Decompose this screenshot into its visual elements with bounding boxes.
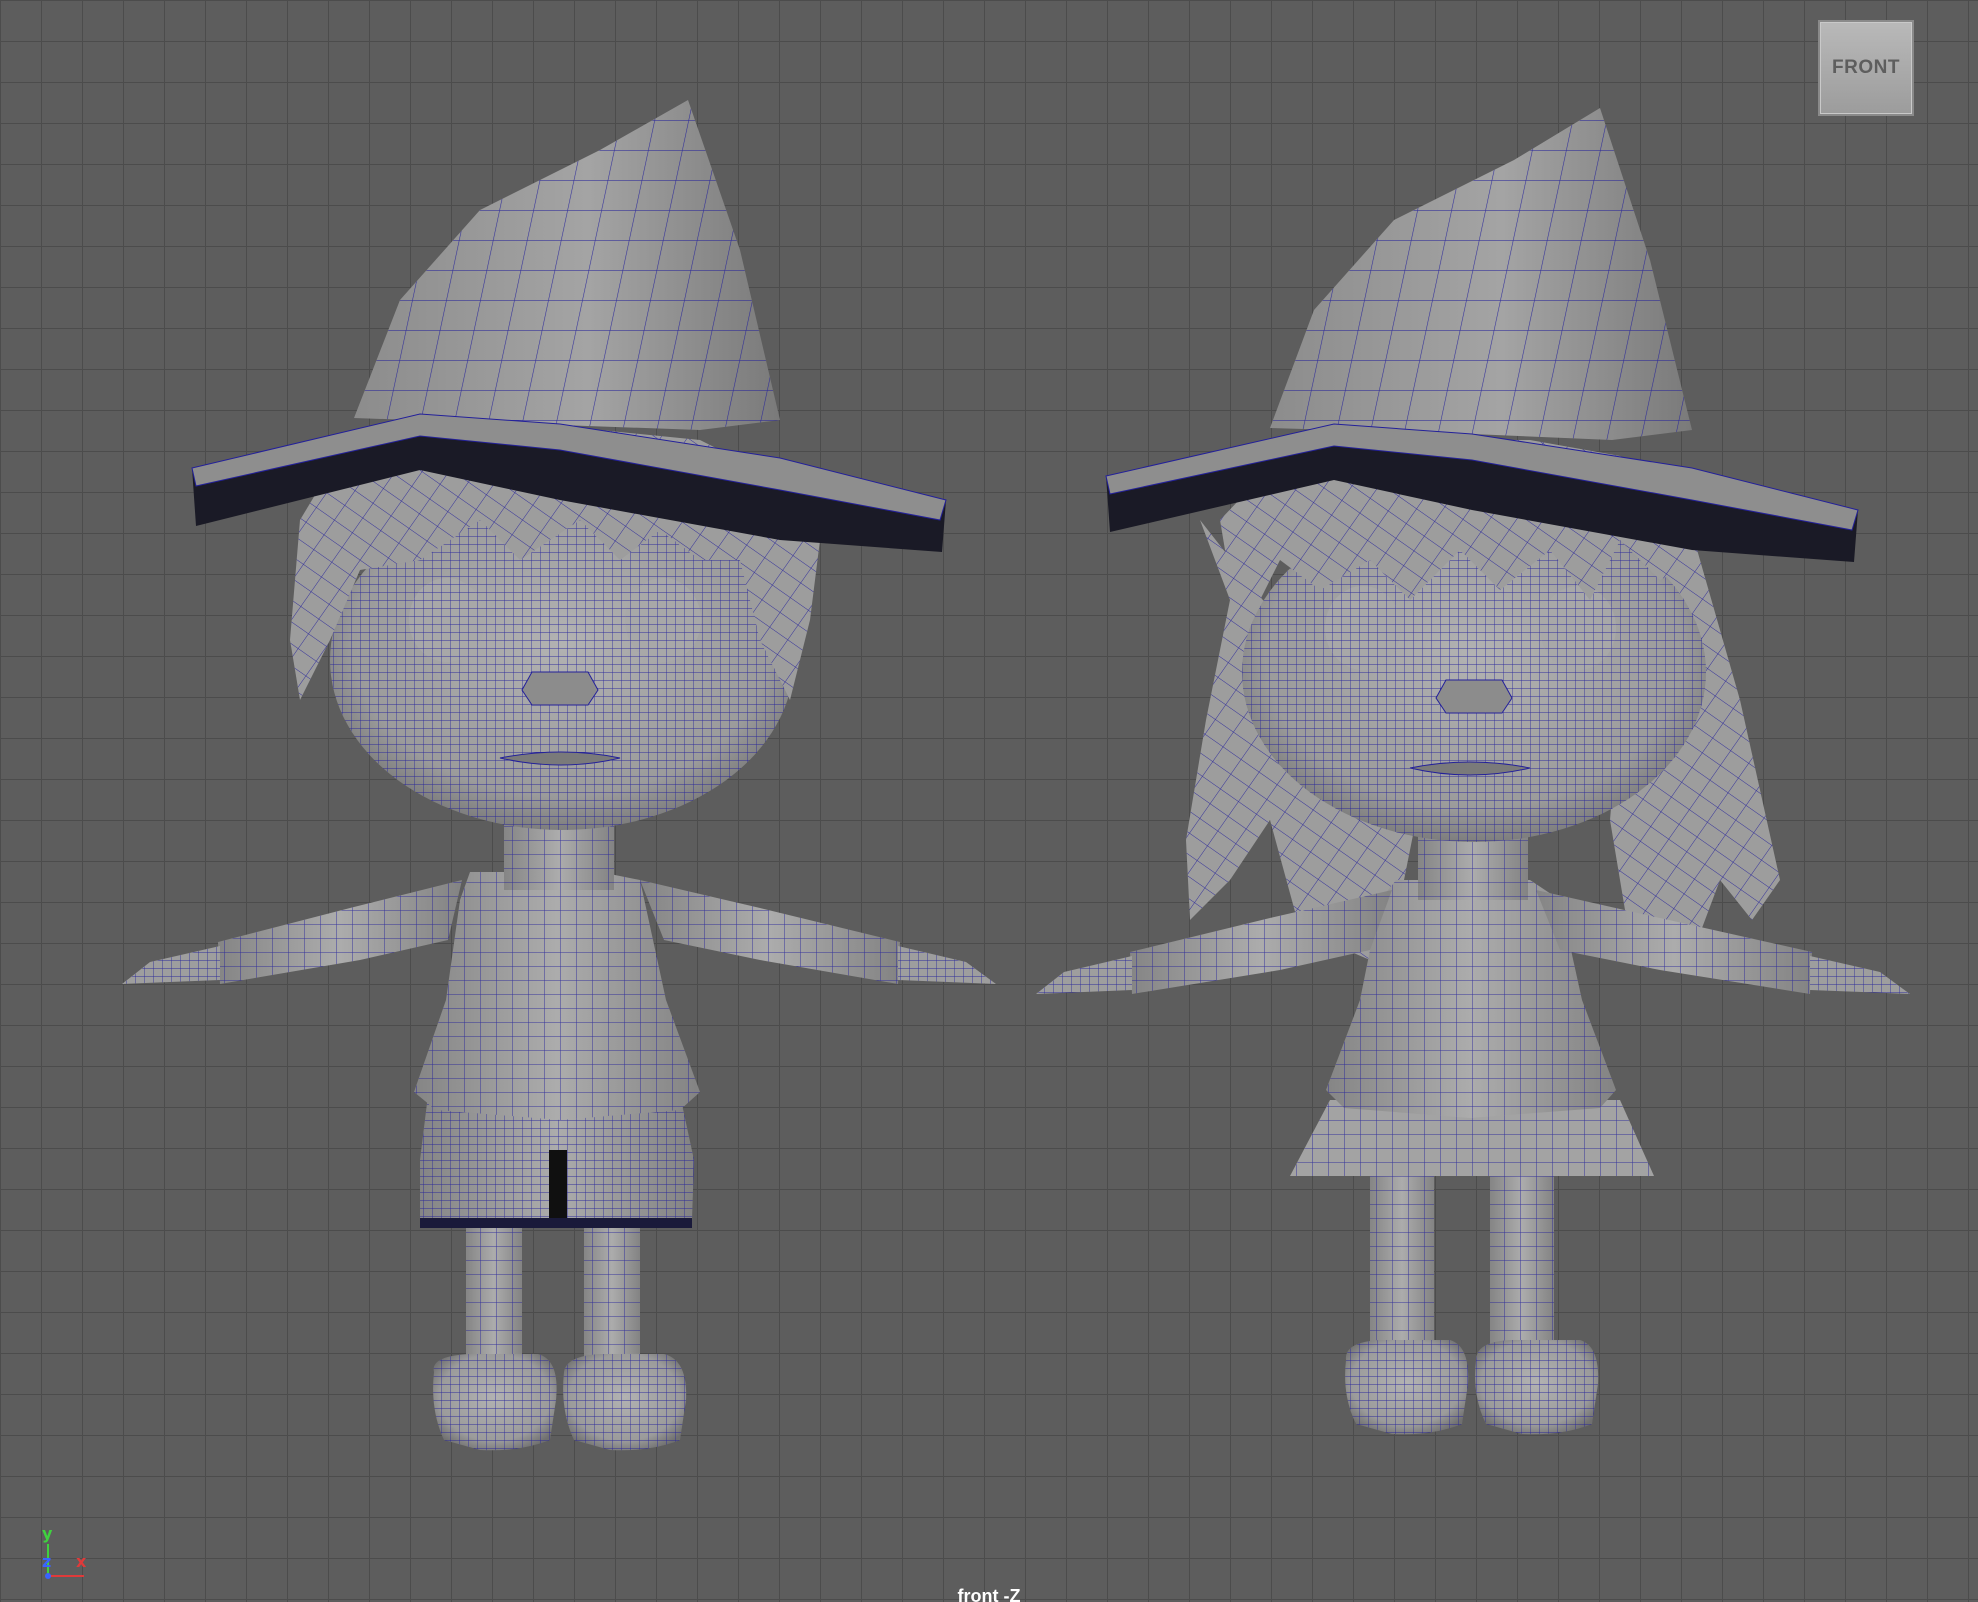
view-cube-label: FRONT bbox=[1832, 57, 1900, 78]
boy-legs[interactable] bbox=[466, 1220, 640, 1370]
girl-shoes[interactable] bbox=[1345, 1340, 1599, 1435]
view-cube-front-face[interactable]: FRONT bbox=[1818, 20, 1914, 116]
axis-x-label: x bbox=[76, 1552, 87, 1571]
axis-gizmo: y z x bbox=[40, 1524, 100, 1586]
viewport-front-camera[interactable]: FRONT y z x front -Z bbox=[0, 0, 1978, 1602]
scene-canvas[interactable] bbox=[0, 0, 1978, 1602]
boy-shoes[interactable] bbox=[433, 1354, 687, 1451]
girl-legs[interactable] bbox=[1370, 1160, 1554, 1350]
axis-z-label: z bbox=[42, 1552, 52, 1571]
girl-witch-hat[interactable] bbox=[1105, 108, 1859, 562]
axis-y-label: y bbox=[42, 1524, 53, 1543]
boy-witch-hat[interactable] bbox=[191, 100, 947, 552]
witch-girl-model[interactable] bbox=[1036, 108, 1910, 1435]
camera-name-label: front -Z bbox=[957, 1586, 1021, 1602]
witch-boy-model[interactable] bbox=[122, 100, 996, 1451]
boy-neck[interactable] bbox=[504, 820, 614, 890]
